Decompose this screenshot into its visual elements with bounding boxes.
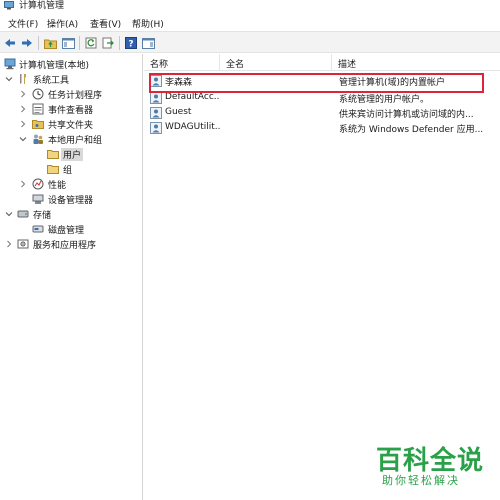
computer-management-icon <box>4 1 14 10</box>
user-name: Guest <box>165 107 192 117</box>
toolbar-separator <box>79 36 80 50</box>
show-hide-tree-icon[interactable] <box>61 36 75 50</box>
tree-label: 性能 <box>48 181 67 191</box>
chevron-right-icon[interactable] <box>19 105 27 113</box>
export-list-icon[interactable] <box>101 36 115 50</box>
user-icon <box>150 92 162 104</box>
tree-item-disk-management[interactable]: 磁盘管理 <box>0 222 142 237</box>
tree-item-computer-management[interactable]: 计算机管理(本地) <box>0 57 142 72</box>
chevron-right-icon[interactable] <box>19 180 27 188</box>
chevron-right-icon[interactable] <box>19 120 27 128</box>
highlight-annotation <box>149 73 484 93</box>
tree-label: 组 <box>63 166 73 176</box>
menu-action[interactable]: 操作(A) <box>47 17 78 30</box>
tree-item-groups[interactable]: 组 <box>0 162 142 177</box>
column-header-fullname[interactable]: 全名 <box>220 54 332 71</box>
watermark-subtitle: 助你轻松解决 <box>382 474 460 487</box>
tree-label: 任务计划程序 <box>48 91 103 101</box>
tree-item-local-users-groups[interactable]: 本地用户和组 <box>0 132 142 147</box>
tree-item-users[interactable]: 用户 <box>0 147 142 162</box>
tree-item-task-scheduler[interactable]: 任务计划程序 <box>0 87 142 102</box>
column-header-name[interactable]: 名称 <box>144 54 220 71</box>
chevron-down-icon[interactable] <box>19 135 27 143</box>
shared-folder-icon <box>32 118 44 130</box>
clock-icon <box>32 88 44 100</box>
column-header-description[interactable]: 描述 <box>332 54 500 71</box>
user-description: 系统为 Windows Defender 应用... <box>339 125 484 135</box>
toolbar-separator <box>38 36 39 50</box>
chevron-right-icon[interactable] <box>19 90 27 98</box>
tree-label: 共享文件夹 <box>48 121 94 131</box>
tree-item-event-viewer[interactable]: 事件查看器 <box>0 102 142 117</box>
tree-item-performance[interactable]: 性能 <box>0 177 142 192</box>
tree-item-system-tools[interactable]: 系统工具 <box>0 72 142 87</box>
user-description: 系统管理的用户帐户。 <box>339 95 430 105</box>
window-title: 计算机管理 <box>19 1 65 11</box>
user-name: DefaultAcc... <box>165 92 220 102</box>
back-arrow-icon[interactable] <box>3 36 17 50</box>
chevron-down-icon[interactable] <box>5 75 13 83</box>
properties-icon[interactable] <box>141 36 155 50</box>
menu-file[interactable]: 文件(F) <box>8 17 38 30</box>
svg-text:?: ? <box>128 40 133 50</box>
folder-icon <box>47 163 59 175</box>
device-manager-icon <box>32 193 44 205</box>
title-bar: 计算机管理 <box>0 0 500 14</box>
help-icon[interactable]: ? <box>124 36 138 50</box>
menu-view[interactable]: 查看(V) <box>90 17 121 30</box>
table-row[interactable]: WDAGUtilit... 系统为 Windows Defender 应用... <box>144 121 500 136</box>
tree-label: 服务和应用程序 <box>33 241 97 251</box>
menu-help[interactable]: 帮助(H) <box>132 17 164 30</box>
watermark: 百科全说 助你轻松解决 <box>373 440 493 490</box>
users-group-icon <box>32 133 44 145</box>
chevron-right-icon[interactable] <box>5 240 13 248</box>
folder-icon <box>47 148 59 160</box>
performance-icon <box>32 178 44 190</box>
chevron-down-icon[interactable] <box>5 210 13 218</box>
storage-icon <box>17 208 29 220</box>
user-icon <box>150 122 162 134</box>
event-viewer-icon <box>32 103 44 115</box>
services-apps-icon <box>17 238 29 250</box>
user-icon <box>150 107 162 119</box>
disk-management-icon <box>32 223 44 235</box>
tree-label: 设备管理器 <box>48 196 94 206</box>
navigation-tree: 计算机管理(本地) 系统工具 任务计划程序 事件查看器 共享文件夹 本地用户和组… <box>0 54 143 500</box>
tree-label: 事件查看器 <box>48 106 94 116</box>
computer-management-icon <box>4 58 16 70</box>
user-name: WDAGUtilit... <box>165 122 220 132</box>
tree-item-device-manager[interactable]: 设备管理器 <box>0 192 142 207</box>
toolbar-separator <box>119 36 120 50</box>
tree-label: 系统工具 <box>33 76 70 86</box>
user-description: 供来宾访问计算机或访问域的内... <box>339 110 474 120</box>
tree-item-storage[interactable]: 存储 <box>0 207 142 222</box>
toolbar: ? <box>0 31 500 53</box>
tree-label: 用户 <box>61 148 84 161</box>
up-folder-icon[interactable] <box>43 36 57 50</box>
tree-item-shared-folders[interactable]: 共享文件夹 <box>0 117 142 132</box>
tree-item-services-apps[interactable]: 服务和应用程序 <box>0 237 142 252</box>
forward-arrow-icon[interactable] <box>20 36 34 50</box>
tree-label: 计算机管理(本地) <box>19 61 90 71</box>
table-row[interactable]: Guest 供来宾访问计算机或访问域的内... <box>144 106 500 121</box>
tree-label: 存储 <box>33 211 52 221</box>
system-tools-icon <box>17 73 29 85</box>
list-header: 名称 全名 描述 <box>144 54 500 71</box>
refresh-icon[interactable] <box>84 36 98 50</box>
user-list-pane: 名称 全名 描述 李森森 管理计算机(域)的内置帐户 DefaultAcc...… <box>144 54 500 500</box>
menu-bar: 文件(F) 操作(A) 查看(V) 帮助(H) <box>0 14 500 31</box>
tree-label: 磁盘管理 <box>48 226 85 236</box>
tree-label: 本地用户和组 <box>48 136 103 146</box>
table-row[interactable]: DefaultAcc... 系统管理的用户帐户。 <box>144 91 500 106</box>
